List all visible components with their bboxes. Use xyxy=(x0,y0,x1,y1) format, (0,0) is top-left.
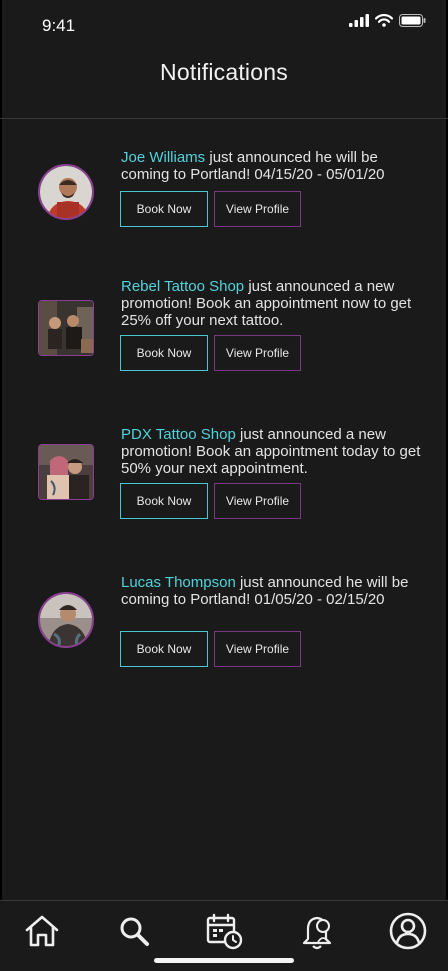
notification-message: Joe Williams just announced he will be c… xyxy=(121,149,385,183)
shop-name-link[interactable]: PDX Tattoo Shop xyxy=(121,426,236,443)
shop-photo-icon xyxy=(39,445,93,499)
profile-icon xyxy=(389,912,427,950)
wifi-icon xyxy=(375,14,393,27)
shop-photo-icon xyxy=(39,301,93,355)
tab-home[interactable] xyxy=(22,911,62,951)
avatar[interactable] xyxy=(38,164,94,220)
artist-name-link[interactable]: Joe Williams xyxy=(121,149,205,166)
view-profile-button[interactable]: View Profile xyxy=(214,483,301,519)
book-now-button[interactable]: Book Now xyxy=(120,191,208,227)
tab-notifications[interactable] xyxy=(297,911,337,951)
calendar-clock-icon xyxy=(206,913,243,950)
book-now-button[interactable]: Book Now xyxy=(120,335,208,371)
view-profile-button[interactable]: View Profile xyxy=(214,335,301,371)
tab-search[interactable] xyxy=(114,911,154,951)
home-indicator[interactable] xyxy=(154,958,294,963)
notification-message: Lucas Thompson just announced he will be… xyxy=(121,574,409,608)
notification-message: PDX Tattoo Shop just announced a new pro… xyxy=(121,426,421,477)
header: Notifications xyxy=(0,50,448,119)
book-now-button[interactable]: Book Now xyxy=(120,483,208,519)
signal-icon xyxy=(349,14,369,27)
avatar[interactable] xyxy=(38,444,94,500)
status-bar: 9:41 xyxy=(0,0,448,50)
avatar[interactable] xyxy=(38,300,94,356)
avatar[interactable] xyxy=(38,592,94,648)
artist-name-link[interactable]: Lucas Thompson xyxy=(121,574,236,591)
bell-icon xyxy=(302,916,332,950)
search-icon xyxy=(120,917,149,946)
notification-message: Rebel Tattoo Shop just announced a new p… xyxy=(121,278,412,329)
view-profile-button[interactable]: View Profile xyxy=(214,631,301,667)
battery-icon xyxy=(399,14,426,27)
status-icons xyxy=(349,14,426,27)
book-now-button[interactable]: Book Now xyxy=(120,631,208,667)
home-icon xyxy=(25,915,59,947)
shop-name-link[interactable]: Rebel Tattoo Shop xyxy=(121,278,244,295)
tab-profile[interactable] xyxy=(388,911,428,951)
status-time: 9:41 xyxy=(42,16,76,35)
view-profile-button[interactable]: View Profile xyxy=(214,191,301,227)
tab-calendar[interactable] xyxy=(204,911,244,951)
page-title: Notifications xyxy=(160,59,288,85)
